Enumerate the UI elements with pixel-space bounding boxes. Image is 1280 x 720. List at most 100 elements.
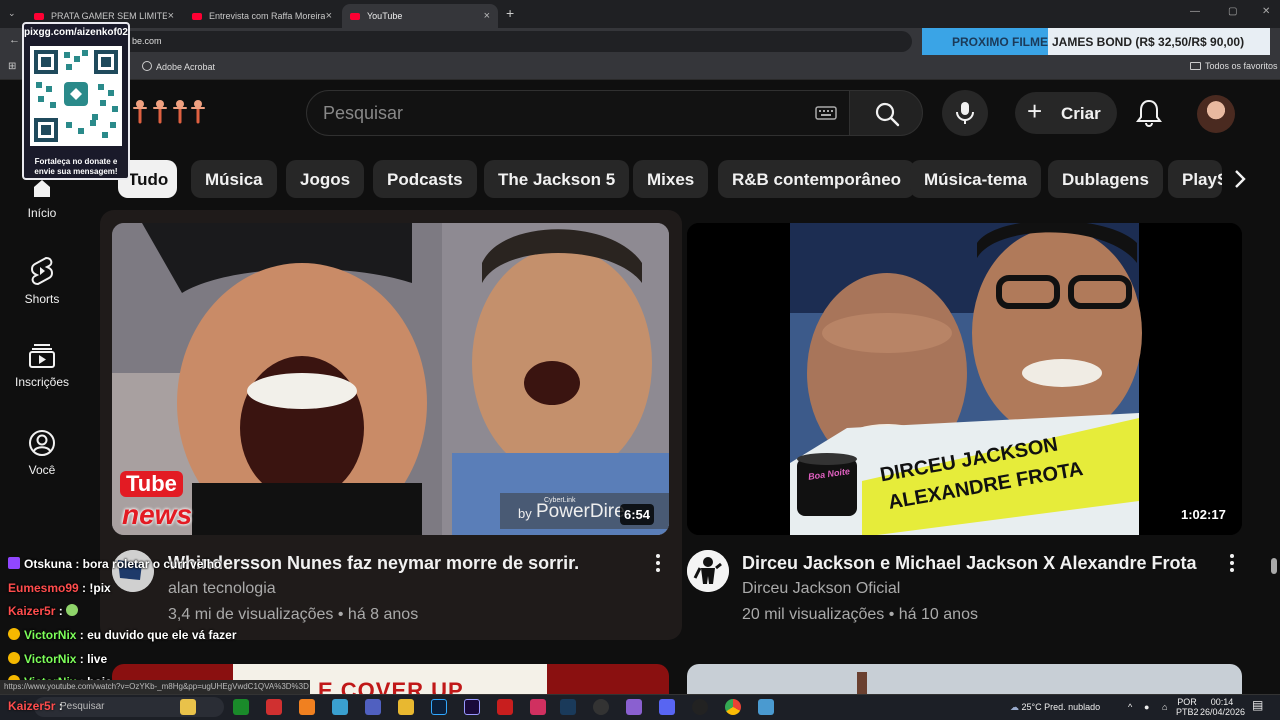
donate-qr-card: pixgg.com/aizenkof02 Fortaleça no donate… — [22, 22, 130, 180]
language-indicator[interactable]: POR PTB2 — [1176, 697, 1199, 717]
minimize-icon[interactable]: — — [1190, 6, 1200, 17]
acrobat-icon[interactable] — [497, 699, 513, 715]
chips-next-button[interactable] — [1222, 160, 1258, 198]
app-icon[interactable] — [299, 699, 315, 715]
chip-mixes[interactable]: Mixes — [633, 160, 709, 198]
sidebar-item-label: Início — [27, 206, 57, 220]
bookmark-adobe-acrobat[interactable]: Adobe Acrobat — [142, 61, 215, 72]
apps-grid-icon[interactable]: ⊞ — [8, 61, 16, 72]
upload-age: há 10 anos — [898, 606, 978, 623]
globe-icon — [142, 61, 152, 71]
chip-playstation[interactable]: PlayS — [1168, 160, 1222, 198]
tab-entrevista[interactable]: Entrevista com Raffa Moreira - × — [184, 4, 340, 28]
tube-news-logo: Tube news — [118, 469, 216, 531]
video-thumbnail[interactable]: DIRCEU JACKSON ALEXANDRE FROTA Boa Noite… — [687, 223, 1242, 535]
app-icon[interactable] — [626, 699, 642, 715]
tab-youtube[interactable]: YouTube × — [342, 4, 498, 28]
video-stats: 20 mil visualizações • há 10 anos — [742, 606, 978, 623]
close-tab-icon[interactable]: × — [168, 10, 174, 22]
notification-center-icon[interactable]: ▤ — [1252, 699, 1263, 711]
keyboard-icon[interactable] — [814, 104, 838, 122]
microphone-icon[interactable]: ● — [1144, 702, 1149, 712]
close-tab-icon[interactable]: × — [326, 10, 332, 22]
youtube-favicon-icon — [34, 12, 44, 20]
view-count: 20 mil visualizações — [742, 606, 885, 623]
chat-message: VictorNix : eu duvido que ele vá fazer — [8, 628, 237, 642]
create-button[interactable]: + Criar — [1015, 92, 1117, 134]
search-button[interactable] — [849, 90, 923, 136]
tab-label: PRATA GAMER SEM LIMITES - Y — [51, 11, 167, 21]
chevron-up-icon[interactable]: ^ — [1128, 702, 1132, 712]
chat-user: VictorNix — [24, 628, 77, 642]
app-icon[interactable] — [530, 699, 546, 715]
chat-user: Kaizer5r — [8, 699, 56, 713]
obs-icon[interactable] — [593, 699, 609, 715]
chip-jackson-5[interactable]: The Jackson 5 — [484, 160, 630, 198]
plus-icon: + — [1027, 96, 1043, 126]
create-label: Criar — [1061, 104, 1101, 123]
chip-theme-music[interactable]: Música-tema — [910, 160, 1041, 198]
back-icon[interactable]: ← — [9, 34, 20, 46]
chip-rnb[interactable]: R&B contemporâneo — [718, 160, 916, 198]
video-title[interactable]: Whindersson Nunes faz neymar morre de so… — [168, 553, 579, 574]
close-tab-icon[interactable]: × — [484, 10, 490, 22]
new-tab-button[interactable]: + — [506, 5, 514, 21]
donate-url: pixgg.com/aizenkof02 — [24, 27, 128, 38]
app-icon[interactable] — [332, 699, 348, 715]
chat-message: Otskuna : bora roletar o curr velho — [8, 557, 221, 571]
clock[interactable]: 00:14 26/04/2026 — [1200, 697, 1245, 717]
thumb-caption: E COVER UP — [318, 678, 464, 694]
more-actions-icon[interactable] — [648, 551, 668, 575]
chip-games[interactable]: Jogos — [286, 160, 365, 198]
chip-music[interactable]: Música — [191, 160, 277, 198]
chat-text: : !pix — [78, 581, 111, 595]
app-icon[interactable] — [692, 699, 708, 715]
maximize-icon[interactable]: ▢ — [1228, 6, 1237, 17]
steam-icon[interactable] — [560, 699, 576, 715]
sidebar-item-you[interactable]: Você — [0, 429, 84, 477]
tab-strip: ⌄ PRATA GAMER SEM LIMITES - Y × Entrevis… — [0, 0, 1280, 28]
chip-dubbing[interactable]: Dublagens — [1048, 160, 1163, 198]
app-icon[interactable] — [233, 699, 249, 715]
video-thumbnail[interactable] — [687, 664, 1242, 694]
more-actions-icon[interactable] — [1222, 551, 1242, 575]
app-icon[interactable] — [365, 699, 381, 715]
notifications-button[interactable] — [1128, 92, 1170, 134]
voice-search-button[interactable] — [942, 90, 988, 136]
discord-icon[interactable] — [659, 699, 675, 715]
youtube-logo-doodle[interactable] — [130, 96, 208, 130]
chevron-right-icon — [1235, 170, 1246, 188]
video-thumbnail[interactable]: Tube news CyberLink by PowerDire 6:54 — [112, 223, 669, 535]
folder-icon — [1190, 62, 1201, 70]
app-icon[interactable] — [758, 699, 774, 715]
emote-icon — [66, 604, 79, 616]
channel-name[interactable]: Dirceu Jackson Oficial — [742, 580, 900, 598]
chip-podcasts[interactable]: Podcasts — [373, 160, 477, 198]
premiere-icon[interactable] — [464, 699, 480, 715]
account-avatar[interactable] — [1197, 95, 1235, 133]
video-stats: 3,4 mi de visualizações • há 8 anos — [168, 606, 419, 623]
app-icon[interactable] — [266, 699, 282, 715]
sidebar-item-shorts[interactable]: Shorts — [0, 256, 84, 306]
bookmark-all-favorites[interactable]: Todos os favoritos — [1190, 61, 1278, 71]
weather-widget[interactable]: ☁ 25°C Pred. nublado — [1010, 702, 1100, 712]
warn-icon — [8, 628, 20, 640]
close-window-icon[interactable]: ✕ — [1262, 6, 1270, 17]
chrome-icon[interactable] — [725, 699, 741, 715]
search-icon — [875, 102, 900, 127]
tab-search-icon[interactable]: ⌄ — [8, 8, 16, 19]
url-field[interactable]: be.com — [32, 31, 912, 52]
video-title[interactable]: Dirceu Jackson e Michael Jackson X Alexa… — [742, 553, 1197, 574]
tab-label: Entrevista com Raffa Moreira - — [209, 11, 325, 21]
sidebar-item-subscriptions[interactable]: Inscrições — [0, 343, 84, 389]
folder-icon[interactable] — [398, 699, 414, 715]
sparkle-icon[interactable] — [180, 699, 196, 715]
search-input[interactable] — [323, 101, 803, 125]
donate-message: Fortaleça no donate e envie sua mensagem… — [34, 157, 118, 176]
scrollbar-thumb[interactable] — [1271, 558, 1277, 574]
channel-name[interactable]: alan tecnologia — [168, 580, 276, 598]
network-icon[interactable]: ⌂ — [1162, 702, 1167, 712]
channel-avatar[interactable] — [687, 550, 729, 592]
photoshop-icon[interactable] — [431, 699, 447, 715]
sidebar-item-home[interactable]: Início — [0, 176, 84, 220]
